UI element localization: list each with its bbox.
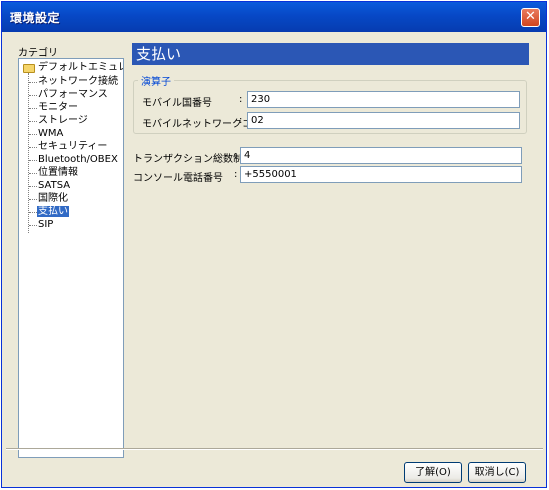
operator-group-title: 演算子 [138,73,174,88]
folder-icon [23,64,35,73]
tree-item-bluetooth[interactable]: Bluetooth/OBEX [38,153,118,167]
tree-item-payment-label: 支払い [37,206,69,217]
mnc-colon: : [239,115,243,126]
tree-item-payment[interactable]: 支払い [37,205,69,219]
tree-root-label: デフォルトエミュレータ [38,62,123,73]
category-caption: カテゴリ [18,48,58,59]
tree-item-network[interactable]: ネットワーク接続 [38,75,118,89]
close-icon: ✕ [525,9,536,24]
close-button[interactable]: ✕ [521,8,540,27]
console-phone-label: コンソール電話番号 [133,173,223,184]
mcc-colon: : [239,94,243,105]
mnc-field[interactable]: 02 [247,112,520,129]
tree-item-i18n[interactable]: 国際化 [38,192,68,206]
console-phone-colon: : [234,169,238,180]
tree-item-security[interactable]: セキュリティー [38,140,107,154]
tree-root-item[interactable]: デフォルトエミュレータ [19,61,123,75]
ok-button[interactable]: 了解(O) [404,462,462,483]
tree-item-satsa[interactable]: SATSA [38,179,70,193]
mcc-label: モバイル国番号 [142,98,212,109]
console-phone-field[interactable]: +5550001 [240,166,522,183]
transaction-limit-colon: : [234,150,238,161]
panel-title: 支払い [132,43,529,65]
tree-item-sip[interactable]: SIP [38,218,53,232]
tree-item-performance[interactable]: パフォーマンス [38,88,108,102]
mcc-field[interactable]: 230 [247,91,520,108]
footer-separator [6,448,543,450]
cancel-button[interactable]: 取消し(C) [468,462,526,483]
window-title: 環境設定 [10,11,61,25]
title-bar[interactable]: 環境設定 ✕ [2,2,546,32]
tree-item-wma[interactable]: WMA [38,127,63,141]
tree-item-monitor[interactable]: モニター [38,101,78,115]
transaction-limit-field[interactable]: 4 [240,147,522,164]
tree-connector [28,73,29,233]
tree-item-location[interactable]: 位置情報 [38,166,78,180]
tree-item-storage[interactable]: ストレージ [38,114,88,128]
category-tree[interactable]: デフォルトエミュレータ ネットワーク接続 パフォーマンス モニター ストレージ … [18,58,124,458]
